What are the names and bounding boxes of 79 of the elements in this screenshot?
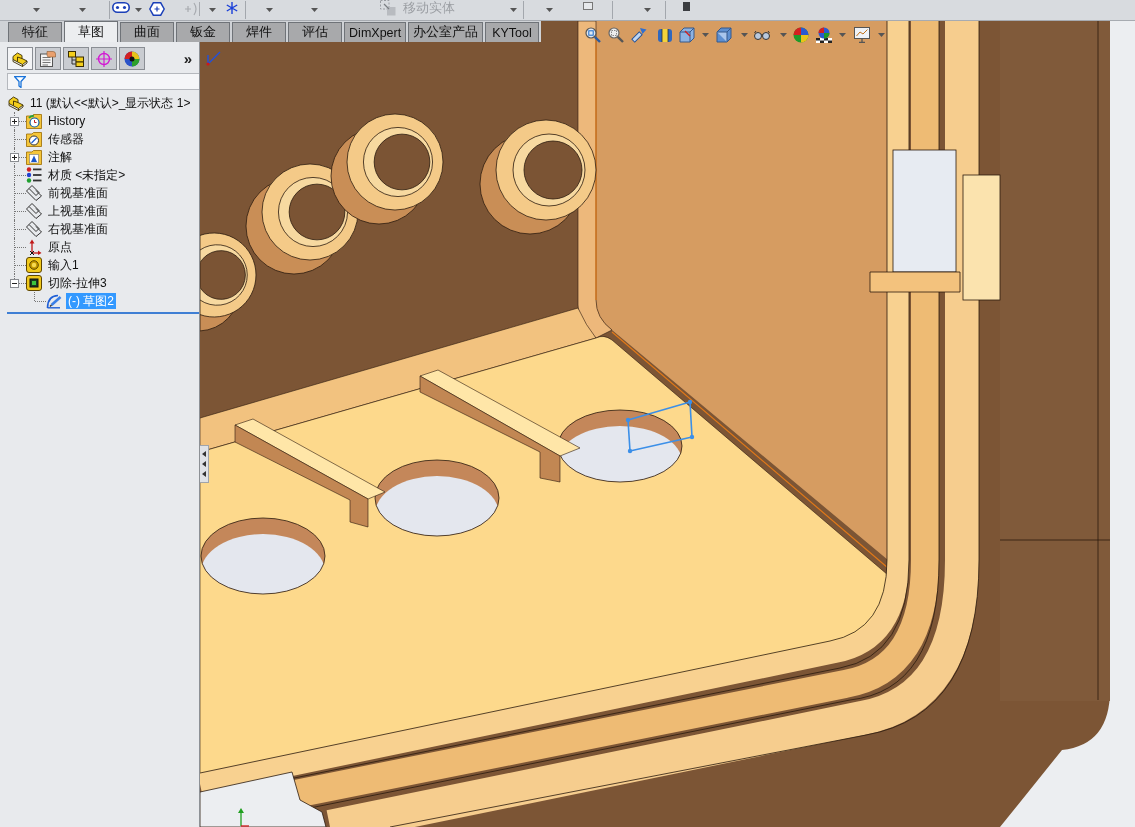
crosshair-icon: [96, 50, 112, 67]
command-tab[interactable]: 钣金: [176, 22, 230, 42]
axis-triad-icon: [238, 808, 250, 827]
tree-item[interactable]: 11 (默认<<默认>_显示状态 1>: [28, 95, 193, 111]
cube-arrow-icon[interactable]: [679, 27, 695, 43]
panel-tab[interactable]: [119, 47, 145, 70]
overflow-button[interactable]: »: [181, 50, 194, 67]
command-tab[interactable]: 评估: [288, 22, 342, 42]
tree-item[interactable]: 传感器: [46, 131, 86, 147]
tree-item[interactable]: 输入1: [46, 257, 81, 273]
checkered-ball-icon[interactable]: [816, 27, 832, 43]
plane-icon: [26, 203, 42, 219]
caret-icon[interactable]: [510, 8, 517, 12]
magnifier-box-icon[interactable]: [585, 27, 601, 43]
part-icon: [8, 95, 24, 111]
caret-icon[interactable]: [33, 8, 40, 12]
configuration-tree-icon: [68, 50, 84, 67]
part-icon: [12, 50, 28, 67]
material-icon: [26, 167, 42, 183]
hexagon-icon[interactable]: [149, 2, 165, 16]
tree-item[interactable]: 上视基准面: [46, 203, 110, 219]
slot-icon[interactable]: [112, 2, 130, 13]
caret-icon[interactable]: [644, 8, 651, 12]
caret-icon[interactable]: [209, 8, 216, 12]
plane-icon: [26, 185, 42, 201]
plane-icon: [26, 221, 42, 237]
tree-item[interactable]: History: [46, 113, 88, 129]
caret-icon[interactable]: [79, 8, 86, 12]
command-tab[interactable]: DimXpert: [344, 22, 407, 42]
rectangle-icon[interactable]: [583, 2, 593, 10]
expand-toggle-icon[interactable]: [10, 152, 19, 162]
imported-body-icon: [26, 257, 42, 273]
caret-icon[interactable]: [839, 33, 846, 37]
caret-icon[interactable]: [311, 8, 318, 12]
folder-clock-icon: [26, 113, 42, 129]
tree-item[interactable]: 前视基准面: [46, 185, 110, 201]
command-tab[interactable]: 特征: [8, 22, 62, 42]
command-tab[interactable]: 曲面: [120, 22, 174, 42]
tree-item[interactable]: 注解: [46, 149, 74, 165]
move-icon: [380, 0, 396, 16]
filter-field[interactable]: [7, 73, 199, 90]
caret-icon[interactable]: [546, 8, 553, 12]
origin-triad-icon: [206, 51, 221, 66]
shaded-cube-icon[interactable]: [716, 27, 732, 43]
collapse-toggle-icon[interactable]: [10, 278, 19, 288]
command-tab[interactable]: KYTool: [485, 22, 539, 42]
tree-item[interactable]: 原点: [46, 239, 74, 255]
caret-icon[interactable]: [780, 33, 787, 37]
filter-icon: [14, 75, 26, 88]
caret-icon[interactable]: [266, 8, 273, 12]
caret-icon[interactable]: [878, 33, 885, 37]
command-tab[interactable]: 办公室产品: [408, 22, 483, 42]
tree-item[interactable]: 右视基准面: [46, 221, 110, 237]
monitor-icon[interactable]: [854, 27, 870, 43]
color-wheel-icon: [124, 50, 140, 67]
camera-arrow-icon[interactable]: [631, 27, 647, 43]
panel-tab[interactable]: [7, 47, 33, 70]
command-tab[interactable]: 焊件: [232, 22, 286, 42]
panel-collapse-handle[interactable]: [200, 445, 209, 483]
tree-item[interactable]: 材质 <未指定>: [46, 167, 128, 183]
panel-tab[interactable]: [35, 47, 61, 70]
sketch-icon: [46, 293, 62, 309]
folder-icon: [26, 149, 42, 165]
cut-extrude-icon: [26, 275, 42, 291]
clipboard-hand-icon: [40, 50, 56, 67]
cut-cylinder-icon[interactable]: [657, 27, 673, 43]
asterisk-icon[interactable]: [226, 2, 238, 14]
color-ball-icon[interactable]: [793, 27, 809, 43]
tree-item[interactable]: 切除-拉伸3: [46, 275, 109, 291]
collapse-arrows-icon: [202, 451, 206, 477]
caret-icon[interactable]: [702, 33, 709, 37]
expand-toggle-icon[interactable]: [10, 116, 19, 126]
caret-icon[interactable]: [135, 8, 142, 12]
magnifier-icon[interactable]: [608, 27, 624, 43]
caret-icon[interactable]: [741, 33, 748, 37]
sketch-rectangle: [625, 399, 695, 454]
panel-tab[interactable]: [63, 47, 89, 70]
command-tab[interactable]: 草图: [64, 21, 118, 42]
folder-gauge-icon: [26, 131, 42, 147]
